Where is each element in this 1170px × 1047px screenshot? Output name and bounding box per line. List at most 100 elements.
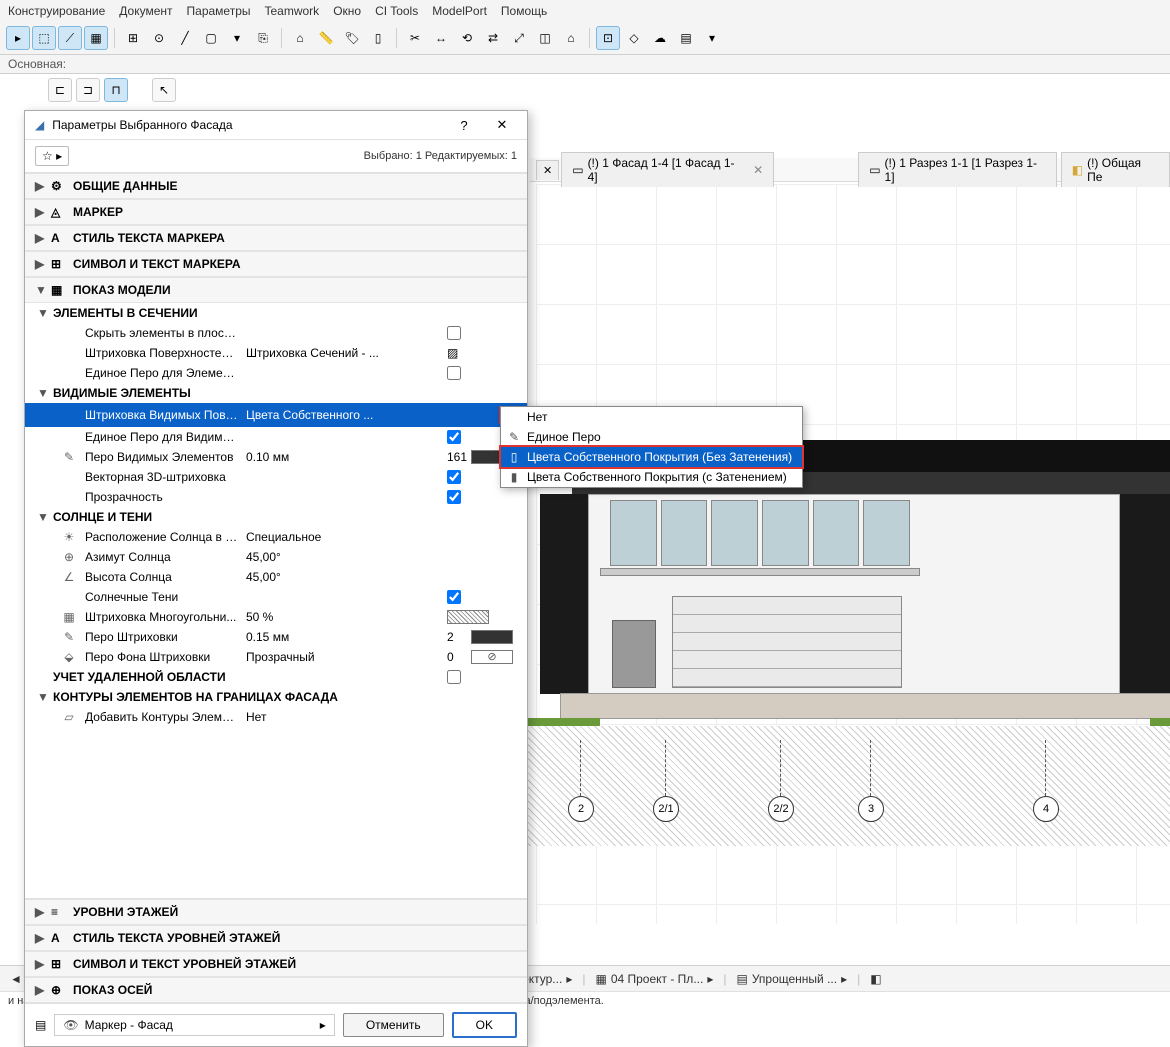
- eraser-icon[interactable]: ◇: [622, 26, 646, 50]
- sel-mode-1-icon[interactable]: ⊏: [48, 78, 72, 102]
- row-add-contours[interactable]: ▱Добавить Контуры Элемен...Нет: [25, 707, 527, 727]
- cut-icon[interactable]: ✂: [403, 26, 427, 50]
- tab-close-btn[interactable]: ✕: [536, 160, 559, 180]
- preset-selector[interactable]: 👁Маркер - Фасад▸: [54, 1014, 334, 1036]
- dropdown-option-single-pen[interactable]: ✎Единое Перо: [501, 427, 802, 447]
- section-marker[interactable]: ▶◬МАРКЕР: [25, 199, 527, 225]
- subsection-sun[interactable]: ▼СОЛНЦЕ И ТЕНИ: [25, 507, 527, 527]
- dropdown-option-own-colors-unshaded[interactable]: ▯Цвета Собственного Покрытия (Без Затене…: [499, 445, 804, 469]
- wall-icon[interactable]: ⌂: [288, 26, 312, 50]
- row-transparency[interactable]: Прозрачность: [25, 487, 527, 507]
- section-story-text[interactable]: ▶AСТИЛЬ ТЕКСТА УРОВНЕЙ ЭТАЖЕЙ: [25, 925, 527, 951]
- vec3d-checkbox[interactable]: [447, 470, 461, 484]
- menu-item[interactable]: Документ: [119, 4, 172, 18]
- move-icon[interactable]: ↔: [429, 26, 453, 50]
- cancel-button[interactable]: Отменить: [343, 1013, 444, 1037]
- row-shadows[interactable]: Солнечные Тени: [25, 587, 527, 607]
- tab-section[interactable]: ▭(!) 1 Разрез 1-1 [1 Разрез 1-1]: [858, 152, 1057, 187]
- menu-item[interactable]: CI Tools: [375, 4, 418, 18]
- menu-item[interactable]: Окно: [333, 4, 361, 18]
- snap-icon[interactable]: ⊙: [147, 26, 171, 50]
- row-hatch-pen[interactable]: ✎Перо Штриховки0.15 мм2: [25, 627, 527, 647]
- subsection-cut-elements[interactable]: ▼ЭЛЕМЕНТЫ В СЕЧЕНИИ: [25, 303, 527, 323]
- subsection-remote[interactable]: УЧЕТ УДАЛЕННОЙ ОБЛАСТИ: [25, 667, 527, 687]
- section-story-symbol[interactable]: ▶⊞СИМВОЛ И ТЕКСТ УРОВНЕЙ ЭТАЖЕЙ: [25, 951, 527, 977]
- section-model-display[interactable]: ▼▦ПОКАЗ МОДЕЛИ: [25, 277, 527, 303]
- tab-general[interactable]: ◧(!) Общая Пе: [1061, 152, 1170, 187]
- section-marker-text[interactable]: ▶AСТИЛЬ ТЕКСТА МАРКЕРА: [25, 225, 527, 251]
- tab-facade[interactable]: ▭(!) 1 Фасад 1-4 [1 Фасад 1-4]✕: [561, 152, 774, 187]
- menu-item[interactable]: Помощь: [501, 4, 547, 18]
- close-button[interactable]: ✕: [487, 117, 517, 133]
- style-combo[interactable]: Упрощенный ...: [752, 972, 837, 986]
- section-general[interactable]: ▶⚙ОБЩИЕ ДАННЫЕ: [25, 173, 527, 199]
- offset-icon[interactable]: ◫: [533, 26, 557, 50]
- row-sun-pos[interactable]: ☀Расположение Солнца в П...Специальное: [25, 527, 527, 547]
- dropdown-option-own-colors-shaded[interactable]: ▮Цвета Собственного Покрытия (с Затенени…: [501, 467, 802, 487]
- row-hide-flat[interactable]: Скрыть элементы в плоско...: [25, 323, 527, 343]
- hatch-swatch[interactable]: [447, 610, 489, 624]
- ruler-icon[interactable]: 📏: [314, 26, 338, 50]
- row-visible-pen[interactable]: ✎Перо Видимых Элементов0.10 мм161: [25, 447, 527, 467]
- arrow-tool-icon[interactable]: ▸: [6, 26, 30, 50]
- row-visible-hatch[interactable]: Штриховка Видимых Пове...Цвета Собственн…: [25, 403, 527, 427]
- subsection-visible[interactable]: ▼ВИДИМЫЕ ЭЛЕМЕНТЫ: [25, 383, 527, 403]
- grid-icon[interactable]: ⊞: [121, 26, 145, 50]
- menu-item[interactable]: Параметры: [187, 4, 251, 18]
- symbol-icon: ⊞: [51, 957, 67, 971]
- project-combo[interactable]: 04 Проект - Пл...: [611, 972, 704, 986]
- section-icon[interactable]: ▯: [366, 26, 390, 50]
- stretch-icon[interactable]: ⤢: [507, 26, 531, 50]
- remote-checkbox[interactable]: [447, 670, 461, 684]
- sel-mode-2-icon[interactable]: ⊐: [76, 78, 100, 102]
- marquee-tool-icon[interactable]: ⬚: [32, 26, 56, 50]
- rotate-icon[interactable]: ⟲: [455, 26, 479, 50]
- single-pen-checkbox[interactable]: [447, 366, 461, 380]
- help-button[interactable]: ?: [449, 118, 479, 133]
- ok-button[interactable]: OK: [452, 1012, 517, 1038]
- home-icon[interactable]: ⌂: [559, 26, 583, 50]
- menu-item[interactable]: ModelPort: [432, 4, 487, 18]
- row-vector-3d[interactable]: Векторная 3D-штриховка: [25, 467, 527, 487]
- trace-icon[interactable]: ⊡: [596, 26, 620, 50]
- vis-single-pen-checkbox[interactable]: [447, 430, 461, 444]
- subsection-contours[interactable]: ▼КОНТУРЫ ЭЛЕМЕНТОВ НА ГРАНИЦАХ ФАСАДА: [25, 687, 527, 707]
- rect-dd-icon[interactable]: ▾: [225, 26, 249, 50]
- hide-flat-checkbox[interactable]: [447, 326, 461, 340]
- axis-label: 2: [568, 796, 594, 822]
- dropdown-option-none[interactable]: Нет: [501, 407, 802, 427]
- close-icon[interactable]: ✕: [753, 163, 763, 177]
- cloud-icon[interactable]: ☁: [648, 26, 672, 50]
- row-sun-height[interactable]: ∠Высота Солнца45,00°: [25, 567, 527, 587]
- line-icon[interactable]: ╱: [173, 26, 197, 50]
- mirror-icon[interactable]: ⇄: [481, 26, 505, 50]
- rect-icon[interactable]: ▢: [199, 26, 223, 50]
- pen-swatch[interactable]: [471, 650, 513, 664]
- section-grid-display[interactable]: ▶⊕ПОКАЗ ОСЕЙ: [25, 977, 527, 1003]
- pen-swatch[interactable]: [471, 630, 513, 644]
- tag-icon[interactable]: 🏷: [340, 26, 364, 50]
- favorites-button[interactable]: ☆ ▸: [35, 146, 69, 166]
- row-bg-pen[interactable]: ⬙Перо Фона ШтриховкиПрозрачный0: [25, 647, 527, 667]
- row-single-pen[interactable]: Единое Перо для Элемент...: [25, 363, 527, 383]
- row-visible-single-pen[interactable]: Единое Перо для Видимых...: [25, 427, 527, 447]
- menu-item[interactable]: Teamwork: [265, 4, 320, 18]
- cursor-icon[interactable]: ↖: [152, 78, 176, 102]
- row-poly-hatch[interactable]: ▦Штриховка Многоугольни...50 %: [25, 607, 527, 627]
- transp-checkbox[interactable]: [447, 490, 461, 504]
- menu-item[interactable]: Конструирование: [8, 4, 105, 18]
- dropdown-icon[interactable]: ▾: [700, 26, 724, 50]
- fill-icon: ▦: [59, 610, 79, 624]
- section-story-levels[interactable]: ▶≡УРОВНИ ЭТАЖЕЙ: [25, 899, 527, 925]
- layers-icon[interactable]: ▤: [674, 26, 698, 50]
- cube-icon[interactable]: ◧: [870, 972, 881, 986]
- row-azimuth[interactable]: ⊕Азимут Солнца45,00°: [25, 547, 527, 567]
- measure-tool-icon[interactable]: ⟋: [58, 26, 82, 50]
- sel-mode-3-icon[interactable]: ⊓: [104, 78, 128, 102]
- section-marker-symbol[interactable]: ▶⊞СИМВОЛ И ТЕКСТ МАРКЕРА: [25, 251, 527, 277]
- clip-icon[interactable]: ⎘: [251, 26, 275, 50]
- guide-tool-icon[interactable]: ▦: [84, 26, 108, 50]
- row-surface-hatch[interactable]: Штриховка Поверхностей ...Штриховка Сече…: [25, 343, 527, 363]
- shadows-checkbox[interactable]: [447, 590, 461, 604]
- pen-icon: ✎: [507, 430, 521, 444]
